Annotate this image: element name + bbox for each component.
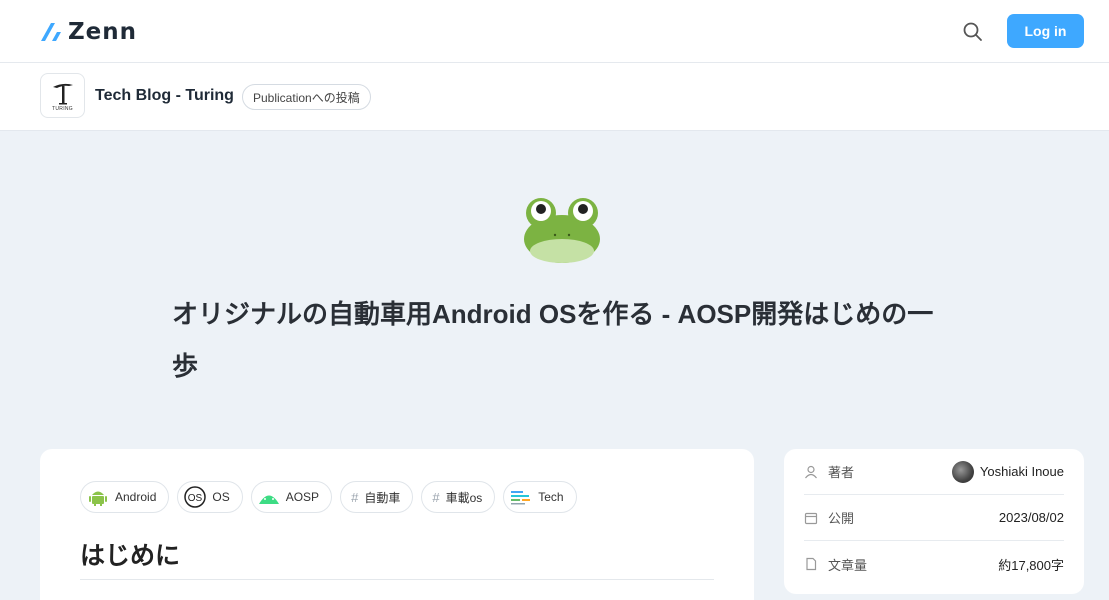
tag-label: Tech [538, 490, 564, 504]
article-body-card: Android OS OS AOSP # 自動車 # 車載os Tech はじめ… [40, 449, 754, 600]
heading-divider [80, 579, 714, 580]
publication-logo[interactable]: TURING [40, 73, 85, 118]
published-label: 公開 [804, 508, 854, 527]
search-icon [963, 22, 982, 41]
top-navigation-bar: Zenn Log in [0, 0, 1109, 63]
published-row: 公開 2023/08/02 [804, 495, 1064, 541]
author-name: Yoshiaki Inoue [979, 464, 1064, 479]
hash-icon: # [432, 489, 440, 505]
published-date: 2023/08/02 [998, 510, 1064, 525]
person-icon [805, 465, 817, 478]
avatar [951, 460, 974, 483]
length-label: 文章量 [804, 555, 867, 574]
publication-badge: Publicationへの投稿 [242, 84, 371, 110]
publication-bar: TURING Tech Blog - Turing Publicationへの投… [0, 63, 1109, 131]
aosp-icon [258, 486, 280, 508]
tag-aosp[interactable]: AOSP [250, 481, 333, 513]
svg-text:OS: OS [188, 493, 203, 504]
tag-label: 自動車 [364, 490, 401, 505]
document-icon [806, 557, 817, 571]
tag-label: OS [212, 490, 230, 504]
length-value: 約17,800字 [998, 557, 1064, 573]
zenn-logo-icon [41, 23, 61, 41]
hash-icon: # [351, 489, 359, 505]
tag-label: 車載os [445, 490, 483, 505]
tag-tech[interactable]: Tech [503, 481, 577, 513]
published-label-text: 公開 [828, 511, 855, 526]
tag-shasai-os[interactable]: # 車載os [421, 481, 496, 513]
author-label: 著者 [804, 462, 854, 481]
zenn-logo[interactable]: Zenn [40, 19, 137, 45]
logo-text: Zenn [68, 19, 138, 45]
publication-logo-caption: TURING [52, 105, 73, 112]
tag-label: Android [115, 490, 157, 504]
length-label-text: 文章量 [828, 557, 868, 573]
publication-name[interactable]: Tech Blog - Turing [95, 87, 234, 105]
length-row: 文章量 約17,800字 [804, 541, 1064, 587]
turing-logo-icon [52, 83, 73, 104]
tag-jidousha[interactable]: # 自動車 [340, 481, 414, 513]
tag-label: AOSP [285, 490, 320, 504]
frog-emoji-icon [524, 198, 600, 263]
search-button[interactable] [960, 19, 986, 45]
author-label-text: 著者 [828, 465, 855, 480]
author-row: 著者 Yoshiaki Inoue [804, 449, 1064, 495]
tag-android[interactable]: Android [80, 481, 170, 513]
login-button[interactable]: Log in [1007, 14, 1084, 48]
tag-list: Android OS OS AOSP # 自動車 # 車載os Tech [80, 481, 577, 513]
calendar-icon [804, 512, 818, 524]
tech-icon [510, 486, 532, 508]
tag-os[interactable]: OS OS [177, 481, 243, 513]
article-title: オリジナルの自動車用Android OSを作る - AOSP開発はじめの一歩 [172, 299, 934, 381]
android-icon [87, 486, 109, 508]
author-link[interactable]: Yoshiaki Inoue [951, 460, 1064, 483]
os-icon: OS [184, 486, 207, 508]
section-heading-intro: はじめに [80, 542, 181, 570]
article-info-card: 著者 Yoshiaki Inoue 公開 2023/08/02 文章量 約17,… [784, 449, 1084, 594]
